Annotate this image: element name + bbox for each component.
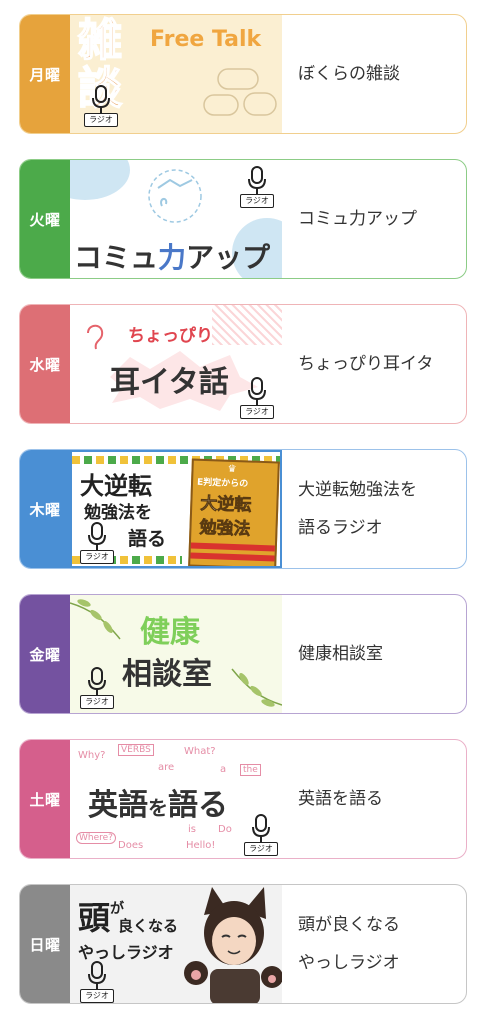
radio-tag: ラジオ [80, 550, 114, 564]
book-stripe [190, 542, 275, 552]
thumb-sub-text: Free Talk [150, 27, 262, 52]
thumb-line1: 大逆転 [80, 472, 152, 500]
doodle-text: VERBS [118, 744, 154, 756]
program-thumbnail: ラジオ コミュ力アップ [70, 160, 282, 278]
program-card-sunday[interactable]: 日曜 頭が 良くなる やっしラジオ ラジオ 頭が良くなる やっしラジオ [19, 884, 467, 1004]
radio-tag: ラジオ [80, 989, 114, 1003]
book-cover: ♛ E判定からの 大逆転 勉強法 [188, 458, 280, 566]
radio-tag: ラジオ [240, 405, 274, 419]
thumb-line3: 語る [128, 528, 167, 550]
program-card-monday[interactable]: 月曜 雑談 Free Talk ラジオ ぼくらの雑談 [19, 14, 467, 134]
program-card-thursday[interactable]: 木曜 大逆転 勉強法を 語る ラジオ ♛ E判定からの 大逆転 勉強法 大逆転勉… [19, 449, 467, 569]
radio-mic-badge: ラジオ [240, 166, 274, 208]
day-label: 月曜 [20, 15, 70, 133]
thumb-sub-text: ちょっぴり [128, 326, 213, 346]
program-thumbnail: 頭が 良くなる やっしラジオ ラジオ [70, 885, 282, 1003]
thumb-line1: 健康 [140, 615, 200, 650]
microphone-icon [252, 814, 270, 842]
microphone-icon [88, 961, 106, 989]
program-title: 頭が良くなる やっしラジオ [298, 915, 400, 973]
program-card-friday[interactable]: 金曜 健康 相談室 ラジオ 健康相談室 [19, 594, 467, 714]
radio-mic-badge: ラジオ [84, 85, 118, 127]
book-main-text-1: 大逆転 [199, 493, 252, 516]
radio-mic-badge: ラジオ [80, 961, 114, 1003]
program-card-saturday[interactable]: 土曜 Why? VERBS What? are a the Where? Doe… [19, 739, 467, 859]
program-title: 英語を語る [298, 789, 383, 809]
radio-mic-badge: ラジオ [80, 667, 114, 709]
radio-tag: ラジオ [244, 842, 278, 856]
thumb-line1c: 良くなる [118, 917, 179, 935]
program-title: ぼくらの雑談 [298, 64, 400, 84]
radio-mic-badge: ラジオ [240, 377, 274, 419]
book-main-text-2: 勉強法 [199, 517, 251, 540]
program-title: 健康相談室 [298, 644, 383, 664]
thumb-accent-shape [212, 305, 282, 345]
doodle-text: What? [184, 746, 216, 757]
thumb-line2: やっしラジオ [78, 943, 174, 962]
host-character-illustration [184, 887, 282, 1003]
thumb-main-text: コミュ力アップ [74, 241, 271, 274]
thumb-main-text: 耳イタ話 [110, 365, 229, 400]
program-thumbnail: 雑談 Free Talk ラジオ [70, 15, 282, 133]
program-card-wednesday[interactable]: 水曜 ちょっぴり 耳イタ話 ラジオ ちょっぴり耳イタ [19, 304, 467, 424]
day-label: 金曜 [20, 595, 70, 713]
radio-mic-badge: ラジオ [244, 814, 278, 856]
thumb-main-text: 英語を語る [88, 788, 228, 823]
program-thumbnail: ちょっぴり 耳イタ話 ラジオ [70, 305, 282, 423]
microphone-icon [248, 377, 266, 405]
speech-bubbles-icon [203, 68, 277, 116]
microphone-icon [92, 85, 110, 113]
radio-mic-badge: ラジオ [80, 522, 114, 564]
doodle-text: the [240, 764, 261, 776]
microphone-icon [248, 166, 266, 194]
doodle-text: Do [218, 824, 232, 835]
thumb-line2: 相談室 [122, 657, 212, 692]
leaf-branch-icon [70, 599, 121, 640]
program-title: 大逆転勉強法を 語るラジオ [298, 480, 417, 538]
doodle-text: a [220, 764, 227, 775]
radio-tag: ラジオ [84, 113, 118, 127]
program-thumbnail: 健康 相談室 ラジオ [70, 595, 282, 713]
program-title: ちょっぴり耳イタ [298, 354, 434, 374]
day-label: 水曜 [20, 305, 70, 423]
radio-tag: ラジオ [80, 695, 114, 709]
handshake-icon [148, 169, 202, 223]
book-top-text: E判定からの [196, 477, 249, 490]
day-label: 日曜 [20, 885, 70, 1003]
book-crown-icon: ♛ [227, 463, 237, 476]
thumb-line2: 勉強法を [84, 503, 152, 523]
day-label: 火曜 [20, 160, 70, 278]
doodle-text: Why? [78, 750, 106, 761]
doodle-text: are [158, 762, 175, 773]
doodle-text: Where? [76, 832, 116, 844]
program-card-tuesday[interactable]: 火曜 ラジオ コミュ力アップ コミュ力アップ [19, 159, 467, 279]
program-thumbnail: Why? VERBS What? are a the Where? Does i… [70, 740, 282, 858]
radio-tag: ラジオ [240, 194, 274, 208]
day-label: 土曜 [20, 740, 70, 858]
doodle-text: is [188, 824, 196, 835]
day-label: 木曜 [20, 450, 70, 568]
leaf-branch-icon [231, 668, 282, 707]
doodle-text: Hello! [186, 840, 216, 851]
thumb-accent-shape [70, 160, 130, 200]
doodle-text: Does [118, 840, 144, 851]
book-stripe [190, 552, 275, 562]
microphone-icon [88, 667, 106, 695]
microphone-icon [88, 522, 106, 550]
program-title: コミュ力アップ [298, 209, 417, 229]
program-thumbnail: 大逆転 勉強法を 語る ラジオ ♛ E判定からの 大逆転 勉強法 [70, 450, 282, 568]
